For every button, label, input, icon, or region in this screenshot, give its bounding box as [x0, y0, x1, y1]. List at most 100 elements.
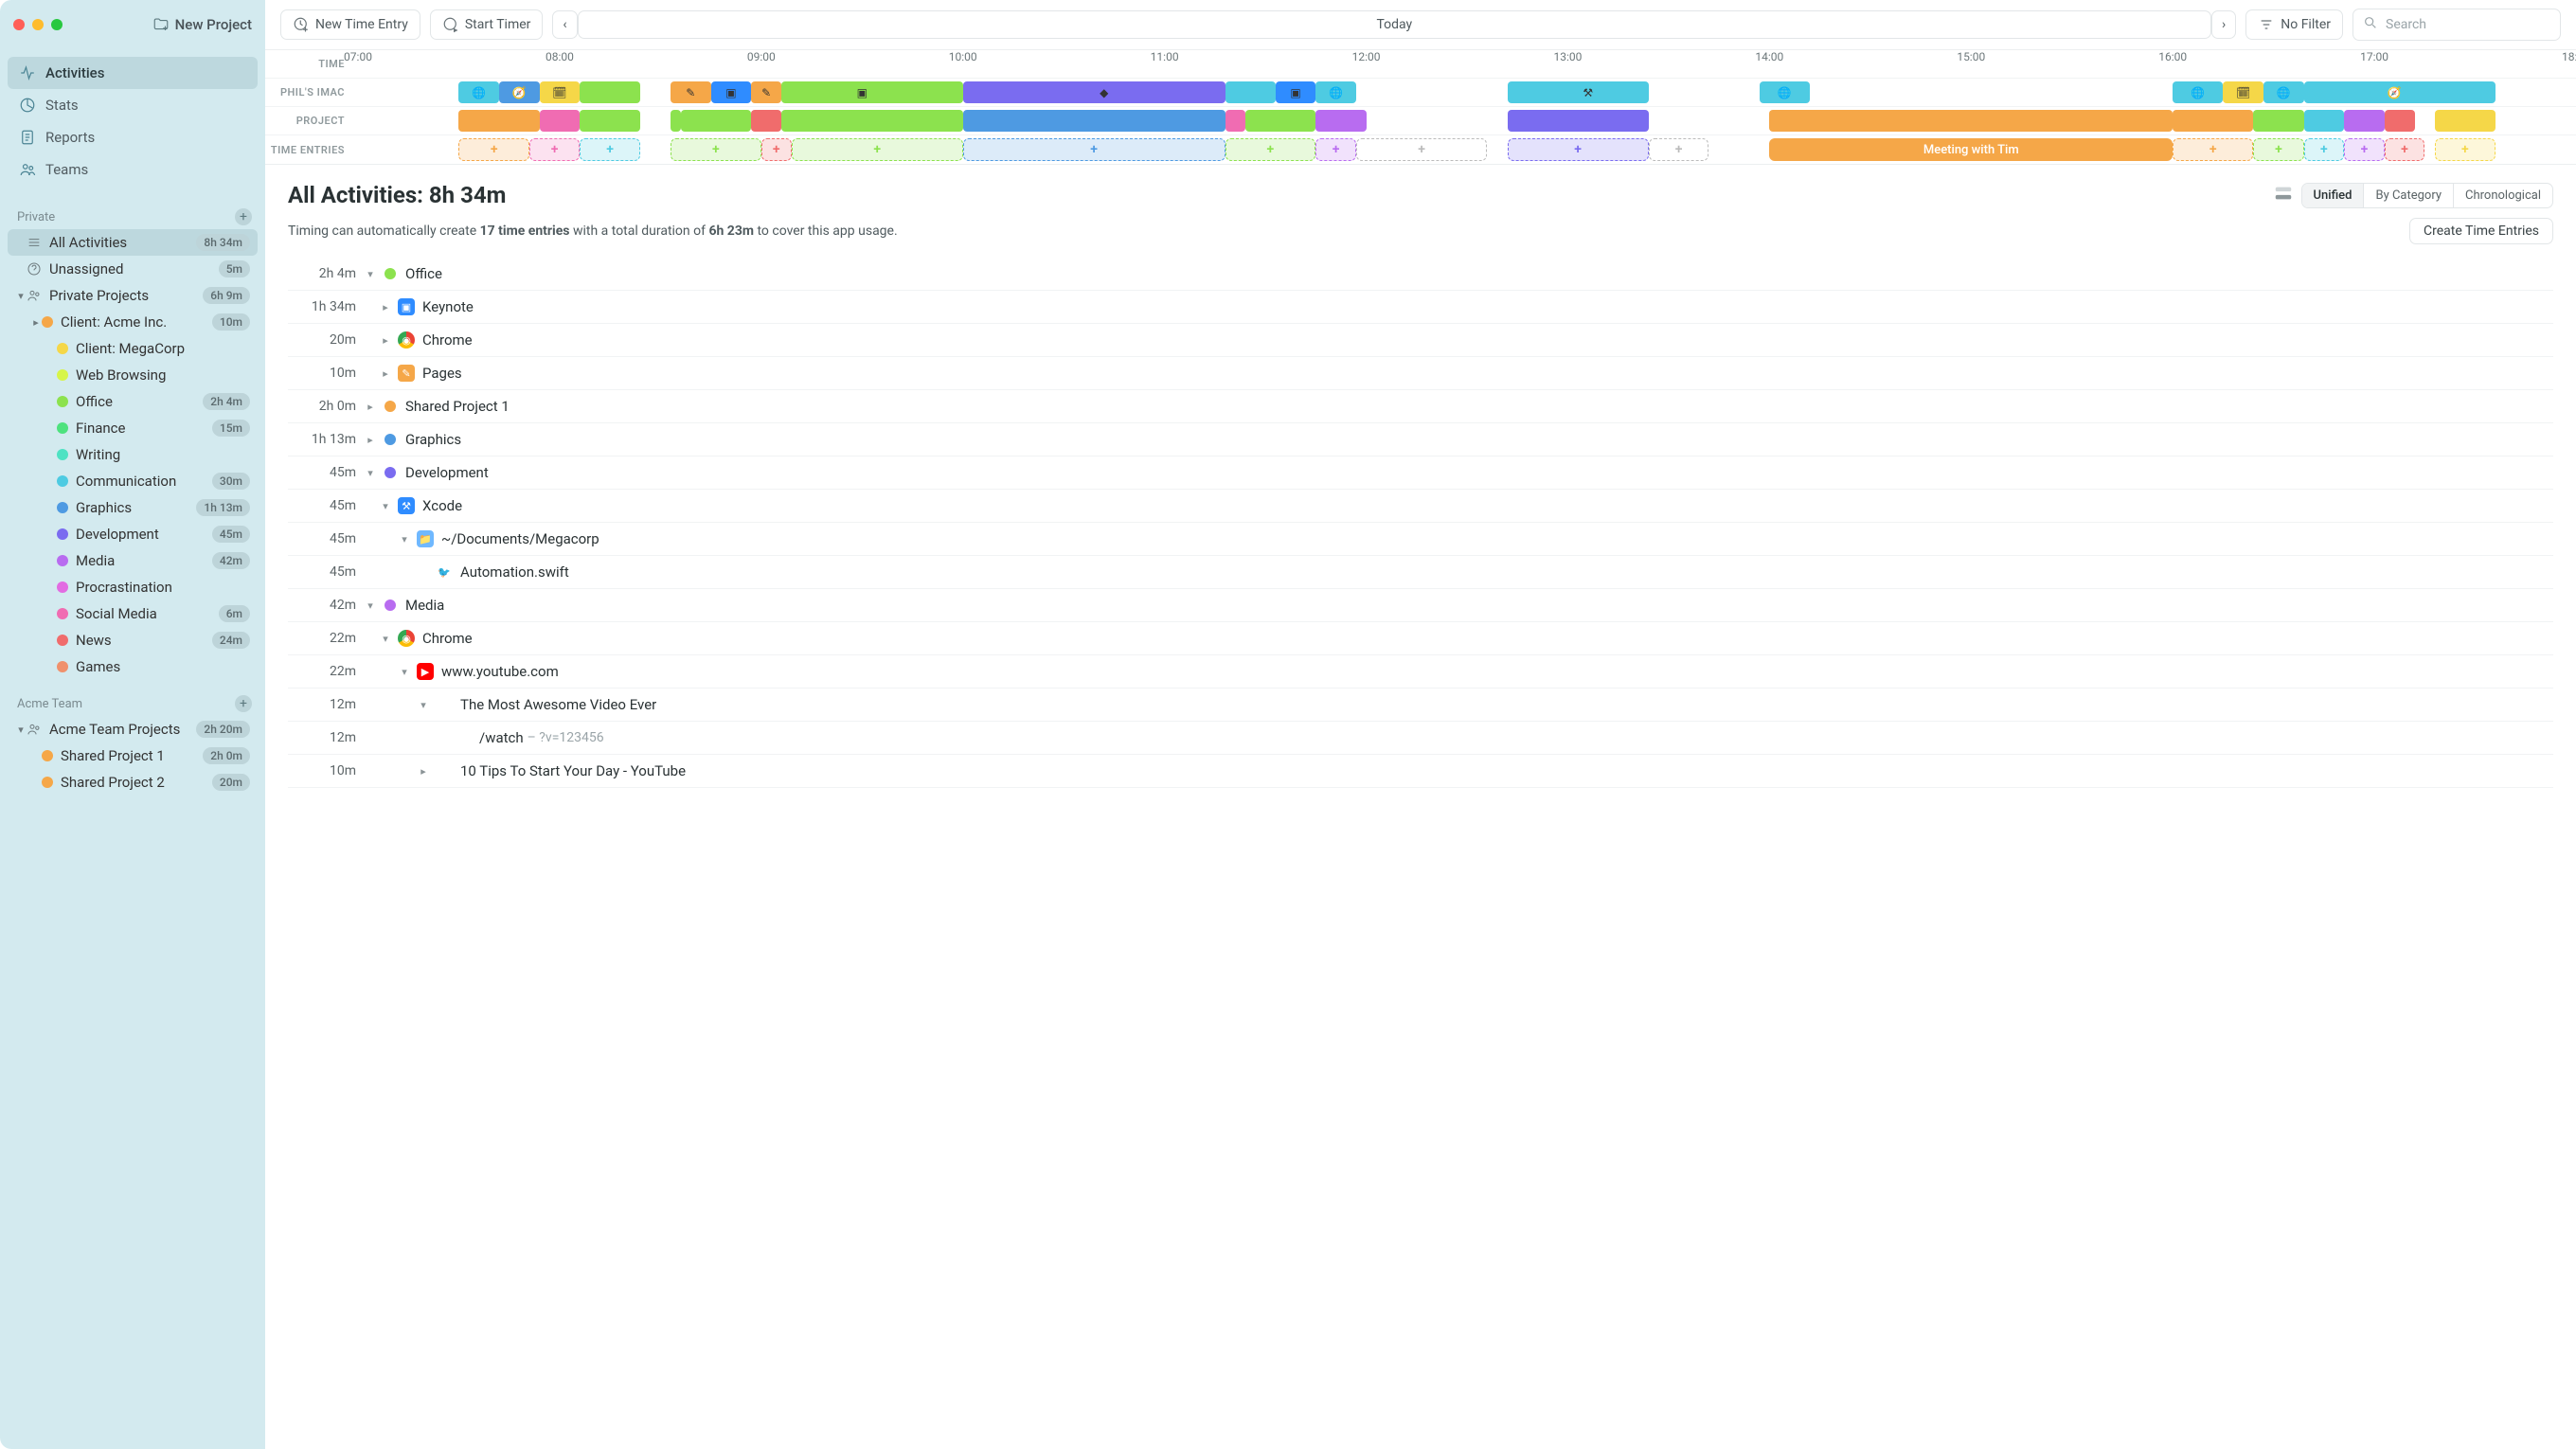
time-entry-slot[interactable]: +	[2435, 138, 2496, 161]
time-entry-slot[interactable]: +	[2304, 138, 2345, 161]
device-segment[interactable]: 🗓	[2223, 81, 2263, 103]
nav-teams[interactable]: Teams	[8, 153, 258, 186]
project-segment[interactable]	[963, 110, 1225, 132]
tree-item[interactable]: Writing	[8, 441, 258, 468]
activity-row[interactable]: 12m/watch – ?v=123456	[288, 722, 2553, 755]
disclosure-icon[interactable]: ▾	[362, 599, 379, 612]
tree-item[interactable]: Media42m	[8, 547, 258, 574]
activity-row[interactable]: 10m▸✎Pages	[288, 357, 2553, 390]
disclosure-icon[interactable]: ▸	[377, 367, 394, 380]
project-segment[interactable]	[2173, 110, 2253, 132]
disclosure-icon[interactable]: ▾	[362, 467, 379, 479]
device-segment[interactable]	[580, 81, 640, 103]
project-segment[interactable]	[1225, 110, 1245, 132]
project-segment[interactable]	[1769, 110, 2173, 132]
device-segment[interactable]: 🗓	[540, 81, 581, 103]
time-entry-slot[interactable]: +	[2344, 138, 2385, 161]
tree-item[interactable]: News24m	[8, 627, 258, 653]
device-segment[interactable]: 🧭	[2374, 81, 2415, 103]
date-picker-button[interactable]: Today	[578, 10, 2211, 39]
time-entry-slot[interactable]: +	[458, 138, 529, 161]
tree-item[interactable]: Development45m	[8, 521, 258, 547]
disclosure-icon[interactable]: ▾	[415, 699, 432, 711]
device-segment[interactable]: ✎	[671, 81, 711, 103]
tree-item[interactable]: Client: MegaCorp	[8, 335, 258, 362]
activity-row[interactable]: 22m▾◉Chrome	[288, 622, 2553, 655]
tree-item[interactable]: Procrastination	[8, 574, 258, 600]
chevron-down-icon[interactable]: ▾	[15, 290, 27, 302]
start-timer-button[interactable]: Start Timer	[430, 9, 544, 40]
activity-row[interactable]: 2h 0m▸Shared Project 1	[288, 390, 2553, 423]
device-segment[interactable]: 🌐	[1315, 81, 1356, 103]
time-entry-slot[interactable]: +	[1508, 138, 1649, 161]
time-entry-slot[interactable]: +	[1356, 138, 1487, 161]
timeline-entries-track[interactable]: ++++++++++++++++++Meeting with Tim	[358, 135, 2576, 164]
device-segment[interactable]: 🌐	[1760, 81, 1810, 103]
disclosure-icon[interactable]: ▾	[396, 533, 413, 546]
tree-item[interactable]: ▸Client: Acme Inc.10m	[8, 309, 258, 335]
seg-by-category[interactable]: By Category	[2364, 184, 2454, 207]
fullscreen-window-button[interactable]	[51, 19, 63, 30]
project-segment[interactable]	[781, 110, 963, 132]
tree-item[interactable]: Communication30m	[8, 468, 258, 494]
chevron-right-icon[interactable]: ▸	[30, 316, 42, 329]
filter-button[interactable]: No Filter	[2245, 9, 2343, 40]
project-segment[interactable]	[458, 110, 539, 132]
seg-unified[interactable]: Unified	[2302, 184, 2365, 207]
disclosure-icon[interactable]: ▸	[377, 301, 394, 313]
tree-item[interactable]: ▾Acme Team Projects2h 20m	[8, 716, 258, 742]
activity-row[interactable]: 12m▾The Most Awesome Video Ever	[288, 689, 2553, 722]
device-segment[interactable]: ▣	[1276, 81, 1316, 103]
new-time-entry-button[interactable]: New Time Entry	[280, 9, 420, 40]
activity-row[interactable]: 2h 4m▾Office	[288, 258, 2553, 291]
tree-item[interactable]: Games	[8, 653, 258, 680]
tree-item[interactable]: ▾Private Projects6h 9m	[8, 282, 258, 309]
time-entry-slot[interactable]: +	[1649, 138, 1709, 161]
activity-row[interactable]: 45m▾📁~/Documents/Megacorp	[288, 523, 2553, 556]
activity-row[interactable]: 45m▾Development	[288, 456, 2553, 490]
search-input[interactable]: Search	[2352, 9, 2561, 41]
activity-row[interactable]: 45m▾⚒Xcode	[288, 490, 2553, 523]
activity-row[interactable]: 1h 34m▸▣Keynote	[288, 291, 2553, 324]
prev-day-button[interactable]: ‹	[552, 10, 577, 39]
project-segment[interactable]	[671, 110, 681, 132]
nav-stats[interactable]: Stats	[8, 89, 258, 121]
view-segmented-control[interactable]: Unified By Category Chronological	[2301, 183, 2553, 208]
disclosure-icon[interactable]: ▸	[362, 401, 379, 413]
time-entry-slot[interactable]: +	[2385, 138, 2425, 161]
chevron-down-icon[interactable]: ▾	[15, 724, 27, 736]
device-segment[interactable]: ⚒	[1567, 81, 1608, 103]
activity-row[interactable]: 1h 13m▸Graphics	[288, 423, 2553, 456]
tree-item[interactable]: Unassigned5m	[8, 256, 258, 282]
seg-chronological[interactable]: Chronological	[2454, 184, 2552, 207]
project-segment[interactable]	[681, 110, 752, 132]
project-segment[interactable]	[1315, 110, 1366, 132]
tree-item[interactable]: Graphics1h 13m	[8, 494, 258, 521]
activity-row[interactable]: 45m🐦Automation.swift	[288, 556, 2553, 589]
device-segment[interactable]: ✎	[751, 81, 781, 103]
close-window-button[interactable]	[13, 19, 25, 30]
project-segment[interactable]	[751, 110, 781, 132]
nav-reports[interactable]: Reports	[8, 121, 258, 153]
time-entry-meeting[interactable]: Meeting with Tim	[1769, 138, 2173, 161]
device-segment[interactable]: 🌐	[458, 81, 499, 103]
tree-item[interactable]: All Activities8h 34m	[8, 229, 258, 256]
tree-item[interactable]: Shared Project 220m	[8, 769, 258, 796]
time-entry-slot[interactable]: +	[792, 138, 963, 161]
device-segment[interactable]: 🌐	[2263, 81, 2304, 103]
minimize-window-button[interactable]	[32, 19, 44, 30]
new-project-button[interactable]: New Project	[152, 16, 252, 33]
disclosure-icon[interactable]: ▾	[396, 666, 413, 678]
add-project-button[interactable]: +	[235, 695, 252, 712]
project-segment[interactable]	[2253, 110, 2303, 132]
project-segment[interactable]	[2385, 110, 2415, 132]
time-entry-slot[interactable]: +	[1225, 138, 1316, 161]
device-segment[interactable]: ◆	[1083, 81, 1124, 103]
activity-row[interactable]: 20m▸◉Chrome	[288, 324, 2553, 357]
device-segment[interactable]: 🌐	[2173, 81, 2223, 103]
project-segment[interactable]	[580, 110, 640, 132]
disclosure-icon[interactable]: ▾	[377, 500, 394, 512]
device-segment[interactable]: 🧭	[499, 81, 540, 103]
project-segment[interactable]	[2344, 110, 2385, 132]
timeline-project-track[interactable]	[358, 107, 2576, 134]
